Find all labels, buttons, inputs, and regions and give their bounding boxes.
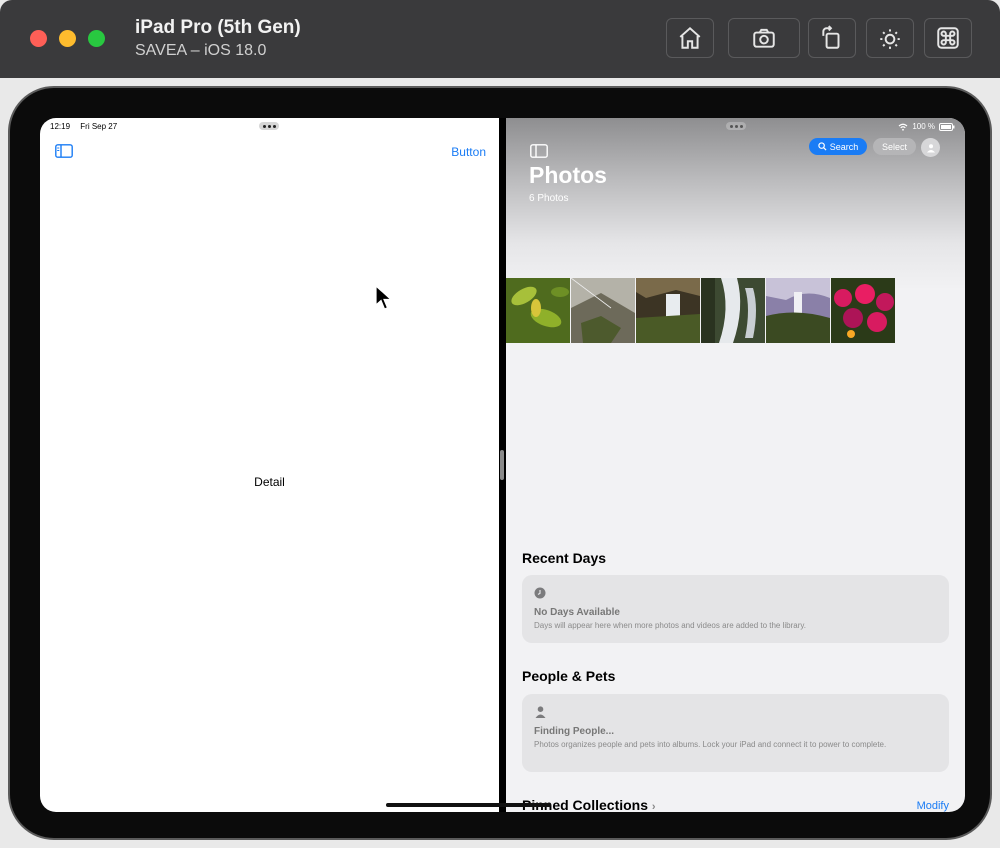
people-pets-title: People & Pets — [522, 668, 616, 684]
ipad-screen: 12:19 Fri Sep 27 Button Detail 100 % Sea… — [40, 118, 965, 812]
photo-grid — [506, 278, 895, 343]
page-title: Photos — [529, 162, 607, 188]
recent-days-empty-title: No Days Available — [534, 607, 620, 618]
status-time: 12:19 — [50, 122, 71, 131]
multitasking-dots-icon-right[interactable] — [726, 122, 746, 130]
command-icon — [937, 27, 959, 49]
minimize-window-button[interactable] — [59, 30, 76, 47]
photo-count: 6 Photos — [529, 193, 569, 204]
photo-thumbnail-rocks[interactable] — [571, 278, 635, 343]
device-os-version: SAVEA – iOS 18.0 — [135, 42, 267, 59]
status-bar-right: 100 % — [898, 122, 955, 131]
mouse-cursor-icon — [375, 285, 393, 310]
modify-button[interactable]: Modify — [917, 800, 949, 812]
photo-thumbnail-waterfall-1[interactable] — [636, 278, 700, 343]
battery-icon — [939, 122, 955, 131]
photo-thumbnail-waterfall-2[interactable] — [701, 278, 765, 343]
select-button[interactable]: Select — [873, 138, 916, 155]
wifi-icon — [898, 123, 908, 131]
multitasking-dots-icon[interactable] — [259, 122, 279, 130]
people-pets-card: Finding People... Photos organizes peopl… — [522, 694, 949, 772]
window-controls — [30, 30, 105, 47]
photos-sidebar-toggle-icon[interactable] — [530, 144, 548, 158]
desktop: iPad Pro (5th Gen) SAVEA – iOS 18.0 12:1… — [0, 0, 1000, 848]
appearance-button[interactable] — [866, 18, 914, 58]
left-split-app: 12:19 Fri Sep 27 Button Detail — [40, 118, 499, 812]
battery-percent: 100 % — [912, 122, 935, 131]
photo-thumbnail-flowers[interactable] — [831, 278, 895, 343]
rotate-icon — [822, 25, 840, 49]
people-pets-empty-title: Finding People... — [534, 726, 614, 737]
close-window-button[interactable] — [30, 30, 47, 47]
nav-bar-button[interactable]: Button — [451, 145, 486, 159]
photo-thumbnail-leaves[interactable] — [506, 278, 570, 343]
camera-icon — [753, 28, 775, 48]
status-bar-left: 12:19 Fri Sep 27 — [50, 122, 125, 131]
people-pets-empty-desc: Photos organizes people and pets into al… — [534, 740, 887, 749]
command-button[interactable] — [924, 18, 972, 58]
recent-days-card: No Days Available Days will appear here … — [522, 575, 949, 643]
home-button[interactable] — [666, 18, 714, 58]
screenshot-button[interactable] — [728, 18, 800, 58]
photos-app: 100 % Search Select Photos 6 Photos Rece… — [506, 118, 965, 812]
search-label: Search — [829, 141, 859, 152]
search-button[interactable]: Search — [809, 138, 867, 155]
zoom-window-button[interactable] — [88, 30, 105, 47]
person-icon — [535, 706, 546, 718]
account-avatar[interactable] — [921, 138, 940, 157]
rotate-button[interactable] — [808, 18, 856, 58]
search-icon — [818, 142, 827, 151]
recent-days-title: Recent Days — [522, 550, 607, 566]
ipad-frame: 12:19 Fri Sep 27 Button Detail 100 % Sea… — [8, 86, 992, 840]
home-indicator[interactable] — [386, 803, 551, 807]
home-icon — [679, 26, 701, 49]
brightness-icon — [880, 29, 900, 49]
device-name: iPad Pro (5th Gen) — [135, 17, 301, 38]
simulator-titlebar: iPad Pro (5th Gen) SAVEA – iOS 18.0 — [0, 0, 1000, 78]
chevron-right-icon: › — [651, 801, 656, 812]
status-date: Fri Sep 27 — [80, 122, 118, 131]
recent-days-empty-desc: Days will appear here when more photos a… — [534, 621, 807, 630]
detail-label: Detail — [254, 475, 285, 489]
person-icon — [926, 143, 935, 152]
sidebar-toggle-icon[interactable] — [55, 144, 73, 158]
photo-thumbnail-waterfall-3[interactable] — [766, 278, 830, 343]
split-view-handle[interactable] — [500, 450, 504, 480]
clock-icon — [534, 587, 546, 599]
